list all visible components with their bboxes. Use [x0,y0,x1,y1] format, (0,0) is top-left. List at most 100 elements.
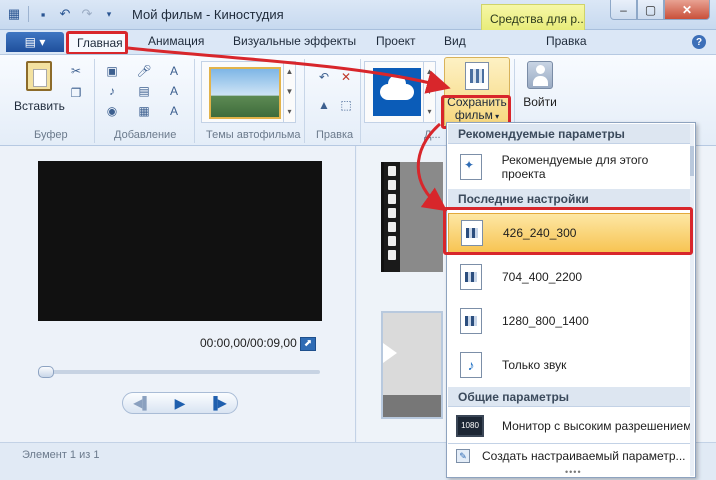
menu-item-label: Создать настраиваемый параметр... [482,448,686,463]
fullscreen-icon[interactable]: ⬈ [300,337,316,351]
save-movie-menu: Рекомендуемые параметры Рекомендуемые дл… [446,122,696,478]
seek-thumb[interactable] [38,366,54,378]
redo-icon[interactable]: ↷ [79,6,95,22]
menu-resize-grip[interactable]: •••• [565,467,582,477]
tab-project[interactable]: Проект [376,34,416,48]
menu-item-label: Рекомендуемые для этого проекта [501,153,649,181]
status-text: Элемент 1 из 1 [22,449,100,461]
menu-item-label: Монитор с высоким разрешением [502,419,692,433]
title-bar: ▦ ▪ ↶ ↷ ▾ Мой фильм - Киностудия Средств… [0,0,716,30]
menu-item-hd-monitor[interactable]: 1080 Монитор с высоким разрешением [448,409,692,443]
file-menu-icon: ▤ ▾ [24,35,46,49]
group-label-share: Д... [424,129,441,141]
theme-thumbnail-landscape[interactable] [209,67,281,119]
user-icon [527,61,553,89]
highlight-tab-home [66,31,128,55]
file-menu-button[interactable]: ▤ ▾ [6,32,64,52]
custom-settings-icon: ✎ [456,448,470,463]
paste-label: Вставить [14,99,65,113]
monitor-icon-wrap: 1080 [456,415,486,437]
group-label-edit: Правка [316,129,354,141]
share-gallery[interactable]: ▲ ▼ ▾ [364,61,436,123]
window-controls: – ▢ ✕ [610,0,710,20]
credits-icon[interactable]: A [166,103,182,119]
video-file-icon [460,308,482,334]
gallery-scroll-icon[interactable]: ▲ ▼ ▾ [283,62,295,122]
tab-view[interactable]: Вид [444,34,466,48]
play-icon[interactable]: ▶ [170,395,190,411]
music-note-icon: ♪ [460,352,482,378]
group-separator [304,59,305,143]
remove-icon[interactable]: ✕ [338,69,354,85]
tab-edit[interactable]: Правка [546,34,587,48]
sign-in-button[interactable]: Войти [520,61,560,125]
add-frame-icon[interactable]: ▦ [136,103,152,119]
select-all-icon[interactable]: ⬚ [338,97,354,113]
automovie-themes-gallery[interactable]: ▲ ▼ ▾ [201,61,296,123]
add-music-icon[interactable]: ♪ [104,83,120,99]
menu-item-label: 1280_800_1400 [502,314,589,328]
menu-item-label: 704_400_2200 [502,270,583,284]
qat-dropdown-icon[interactable]: ▾ [101,6,117,22]
menu-item-audio-only[interactable]: ♪ Только звук [448,345,692,385]
qat-separator [28,6,29,22]
narration-icon[interactable]: 🎤︎ [136,63,152,79]
caption-icon[interactable]: A [166,83,182,99]
window-title: Мой фильм - Киностудия [132,7,284,22]
preview-pane: 00:00,00/00:09,00 ⬈ ◀▌ ▶ ▐▶ [0,146,356,442]
paste-button[interactable]: Вставить [14,61,65,113]
group-label-add: Добавление [114,129,177,141]
title-text-icon[interactable]: A [166,63,182,79]
menu-item-create-custom[interactable]: ✎ Создать настраиваемый параметр... [448,443,692,467]
storyboard-clip[interactable] [381,162,443,272]
rotate-icon[interactable]: ↶ [316,69,332,85]
group-separator [194,59,195,143]
app-film-icon[interactable]: ▦ [6,6,22,22]
menu-item-recent-3[interactable]: 1280_800_1400 [448,301,692,341]
ribbon-tab-row: ▤ ▾ Главная Анимация Визуальные эффекты … [0,30,716,55]
add-video-icon[interactable]: ▣ [104,63,120,79]
menu-item-recommended[interactable]: Рекомендуемые для этого проекта [448,147,692,187]
menu-item-recent-2[interactable]: 704_400_2200 [448,257,692,297]
webcam-icon[interactable]: ◉ [104,103,120,119]
cut-icon[interactable]: ✂ [68,63,84,79]
group-separator [94,59,95,143]
sign-in-label: Войти [523,95,557,109]
save-icon[interactable]: ▪ [35,6,51,22]
clipboard-icon [26,61,53,91]
group-label-clipboard: Буфер [34,129,68,141]
monitor-badge: 1080 [461,421,479,430]
group-separator [360,59,361,143]
snapshot-icon[interactable]: ▤ [136,83,152,99]
menu-section-recommended: Рекомендуемые параметры [448,124,692,144]
help-icon[interactable]: ? [692,35,706,49]
menu-section-recent: Последние настройки [448,189,692,209]
menu-section-common: Общие параметры [448,387,692,407]
seek-bar[interactable] [38,366,320,378]
tab-visual-effects[interactable]: Визуальные эффекты [233,34,356,48]
previous-frame-icon[interactable]: ◀▌ [132,395,152,411]
storyboard-clip[interactable] [381,311,443,419]
film-strip [384,162,400,272]
tab-animation[interactable]: Анимация [148,34,204,48]
timecode: 00:00,00/00:09,00 [200,336,297,350]
next-frame-icon[interactable]: ▐▶ [208,395,228,411]
photo-icon[interactable]: ▲ [316,97,332,113]
video-file-icon [460,264,482,290]
menu-scrollbar[interactable] [690,124,694,476]
maximize-button[interactable]: ▢ [637,0,664,20]
context-tab-editing-tools[interactable]: Средства для р... [481,4,585,30]
undo-icon[interactable]: ↶ [57,6,73,22]
playback-controls: ◀▌ ▶ ▐▶ [122,392,238,414]
video-preview[interactable] [38,161,322,321]
monitor-icon: 1080 [456,415,484,437]
menu-item-label: Только звук [502,358,567,372]
close-button[interactable]: ✕ [664,0,710,20]
onedrive-icon[interactable] [373,68,421,116]
recommended-icon [460,154,482,180]
save-movie-icon [465,62,489,90]
share-scroll-icon[interactable]: ▲ ▼ ▾ [423,62,435,122]
group-label-themes: Темы автофильма [206,129,301,141]
minimize-button[interactable]: – [610,0,637,20]
copy-icon[interactable]: ❐ [68,85,84,101]
